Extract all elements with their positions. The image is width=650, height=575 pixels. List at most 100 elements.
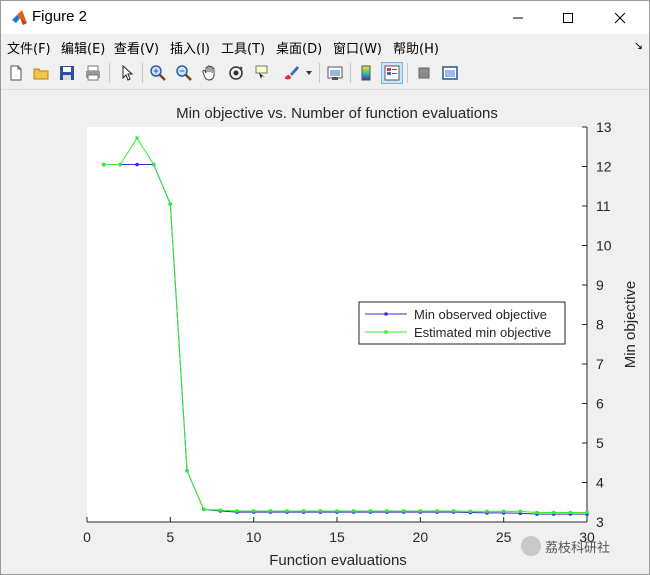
legend-entry: Estimated min objective [414, 325, 551, 340]
print-icon [86, 65, 100, 81]
toolbar-separator [109, 63, 110, 83]
hide-plot-tools-button[interactable] [413, 62, 435, 84]
series-2-point [552, 510, 556, 515]
brush-dropdown-button[interactable] [303, 62, 315, 84]
menu-desktop[interactable]: 桌面(D) [276, 38, 322, 57]
series-2-point [318, 509, 322, 513]
open-file-button[interactable] [30, 62, 52, 84]
series-2-point [435, 509, 439, 513]
series-2-point [468, 509, 472, 513]
save-icon [60, 66, 74, 80]
series-2-point [302, 509, 306, 513]
show-plot-tools-icon [442, 66, 458, 80]
menu-file[interactable]: 文件(F) [7, 38, 51, 57]
series-2-point [502, 509, 506, 513]
window-title: Figure 2 [32, 8, 88, 25]
y-axis-label: Min objective [622, 281, 639, 369]
line-chart[interactable]: Min objective vs. Number of function eva… [1, 90, 649, 574]
print-button[interactable] [82, 62, 104, 84]
y-tick-label: 9 [596, 277, 604, 293]
y-tick-label: 8 [596, 317, 604, 333]
pointer-button[interactable] [116, 62, 138, 84]
menu-insert[interactable]: 插入(I) [170, 38, 210, 57]
link-plot-icon [327, 66, 343, 80]
series-2-point [402, 509, 406, 513]
zoom-in-button[interactable] [147, 62, 169, 84]
close-button[interactable] [597, 1, 643, 34]
pan-button[interactable] [199, 62, 221, 84]
legend-entry: Min observed objective [414, 307, 547, 322]
figure-toolbar [1, 58, 649, 90]
watermark: 荔枝科研社 [521, 536, 610, 556]
figure-canvas[interactable]: Min objective vs. Number of function eva… [1, 90, 649, 574]
chart-title: Min objective vs. Number of function eva… [176, 105, 498, 122]
save-button[interactable] [56, 62, 78, 84]
menu-view[interactable]: 查看(V) [114, 38, 159, 57]
maximize-button[interactable] [545, 1, 591, 34]
close-icon [614, 12, 626, 23]
minimize-icon [513, 17, 523, 18]
series-2-point [185, 469, 189, 473]
brush-button[interactable] [280, 62, 302, 84]
watermark-text: 荔枝科研社 [545, 540, 611, 556]
series-2-point [418, 509, 422, 513]
series-2-point [285, 509, 289, 513]
series-2-point [368, 509, 372, 513]
brush-icon [285, 66, 299, 80]
series-1-point [135, 162, 139, 167]
menu-window[interactable]: 窗口(W) [333, 38, 382, 57]
x-tick-label: 0 [83, 529, 91, 545]
menu-help[interactable]: 帮助(H) [393, 38, 439, 57]
toolbar-separator [350, 63, 351, 83]
series-2-point [385, 509, 389, 513]
series-2-point [485, 509, 489, 513]
series-2-point [235, 509, 239, 513]
y-tick-label: 7 [596, 356, 604, 372]
series-2-point [518, 509, 522, 513]
toolbar-separator [407, 63, 408, 83]
zoom-out-button[interactable] [173, 62, 195, 84]
open-file-icon [33, 68, 49, 80]
legend-marker [384, 312, 388, 316]
insert-legend-button[interactable] [381, 62, 403, 84]
insert-colorbar-button[interactable] [355, 62, 377, 84]
maximize-icon [563, 12, 573, 23]
new-figure-button[interactable] [5, 62, 27, 84]
series-2-point [152, 162, 156, 167]
series-2-point [102, 162, 106, 167]
insert-legend-icon [384, 65, 400, 81]
link-plot-button[interactable] [324, 62, 346, 84]
series-2-point [135, 136, 139, 140]
data-cursor-icon [255, 65, 268, 79]
hide-plot-tools-icon [418, 67, 430, 79]
minimize-button[interactable] [495, 1, 541, 34]
y-tick-label: 11 [596, 198, 611, 214]
zoom-out-icon [176, 65, 192, 81]
zoom-in-icon [150, 65, 166, 81]
series-2-point [202, 507, 206, 511]
y-tick-label: 12 [596, 159, 612, 175]
y-tick-label: 3 [596, 514, 604, 530]
figure-window: Figure 2 文件(F) 编辑(E) 查看(V) 插入(I) 工具(T) 桌… [0, 0, 650, 575]
data-cursor-button[interactable] [251, 62, 273, 84]
x-axis-label: Function evaluations [269, 552, 407, 569]
series-2-point [585, 510, 589, 515]
y-tick-label: 5 [596, 435, 604, 451]
show-plot-tools-button[interactable] [439, 62, 461, 84]
x-tick-label: 25 [496, 529, 512, 545]
toolbar-separator [319, 63, 320, 83]
pan-hand-icon [202, 65, 215, 81]
series-2-point [352, 509, 356, 513]
menu-bar: 文件(F) 编辑(E) 查看(V) 插入(I) 工具(T) 桌面(D) 窗口(W… [1, 34, 649, 58]
rotate-3d-button[interactable] [225, 62, 247, 84]
menu-overflow-icon[interactable]: ↘ [634, 39, 643, 52]
insert-colorbar-icon [361, 65, 371, 81]
menu-tools[interactable]: 工具(T) [221, 38, 265, 57]
menu-edit[interactable]: 编辑(E) [61, 38, 105, 57]
series-2-point [218, 508, 222, 512]
title-bar[interactable]: Figure 2 [1, 1, 649, 34]
toolbar-separator [142, 63, 143, 83]
legend-marker [384, 330, 388, 334]
new-figure-icon [10, 65, 22, 81]
y-tick-label: 6 [596, 396, 604, 412]
